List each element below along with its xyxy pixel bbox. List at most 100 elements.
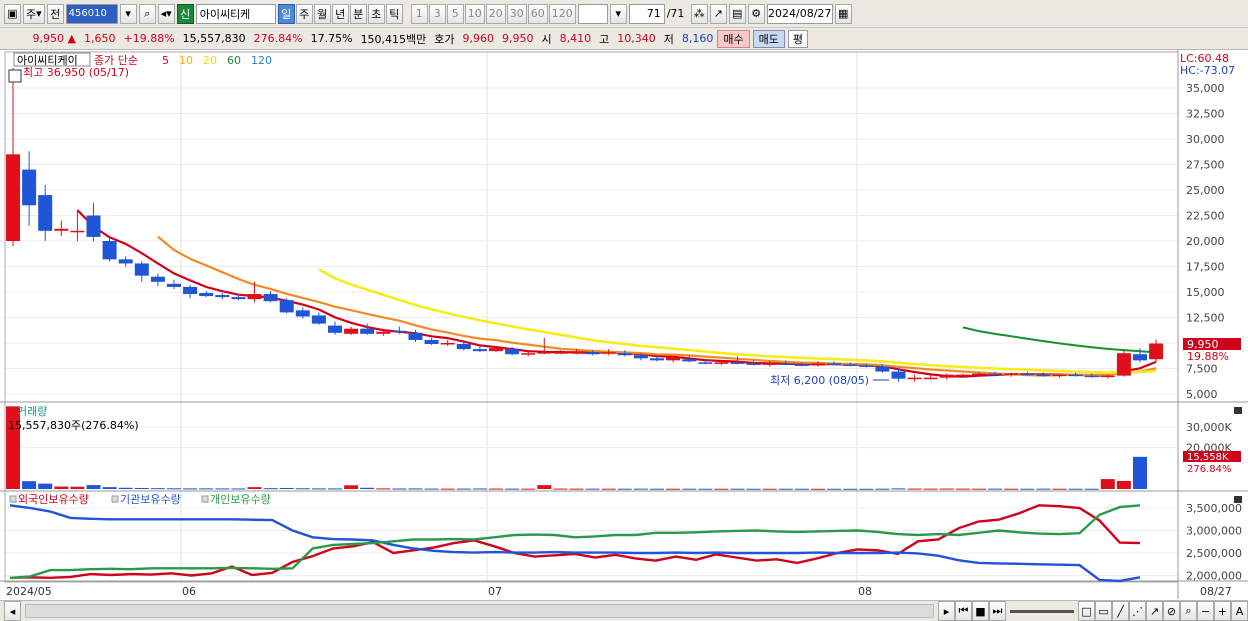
- tool-icon-4[interactable]: ⋰: [1129, 601, 1146, 621]
- volume-panel-close-icon[interactable]: [1234, 407, 1242, 414]
- holdings-legend-item: 기관보유수량: [120, 493, 181, 506]
- candle-body: [1116, 353, 1131, 376]
- tool-icon-1[interactable]: □: [1078, 601, 1095, 621]
- count-input[interactable]: 71: [628, 3, 665, 24]
- period-tab-3[interactable]: 년: [331, 3, 349, 24]
- volume-bar: [424, 488, 439, 490]
- save-icon[interactable]: ▤: [728, 3, 746, 24]
- candle-body: [440, 343, 455, 345]
- draw-tool-icon[interactable]: ↗: [709, 3, 727, 24]
- search-icon[interactable]: ⌕: [138, 3, 156, 24]
- holdings-panel-close-icon[interactable]: [1234, 496, 1242, 503]
- price-tick-label: 35,000: [1186, 82, 1225, 95]
- calendar-icon[interactable]: ▦: [834, 3, 852, 24]
- interval-button-10[interactable]: 10: [464, 3, 485, 24]
- volume-bar: [730, 488, 745, 490]
- period-tab-6[interactable]: 틱: [385, 3, 403, 24]
- settings-icon[interactable]: ⚙: [747, 3, 765, 24]
- tool-icon-6[interactable]: ⊘: [1163, 601, 1180, 621]
- avg-button[interactable]: 평: [787, 29, 809, 48]
- volume-bar: [263, 488, 278, 490]
- interval-button-60[interactable]: 60: [527, 3, 548, 24]
- candle-body: [939, 374, 954, 378]
- tool-icon-2[interactable]: ▭: [1095, 601, 1112, 621]
- volume-bar: [794, 488, 809, 490]
- interval-dropdown-icon[interactable]: ▾: [609, 3, 627, 24]
- candle-body: [1004, 373, 1019, 376]
- candle-body: [714, 362, 729, 364]
- scroll-left-icon[interactable]: ◂: [4, 601, 21, 621]
- tool-icon-5[interactable]: ↗: [1146, 601, 1163, 621]
- stock-code-dropdown-icon[interactable]: ▾: [119, 3, 137, 24]
- period-tab-1[interactable]: 주: [295, 3, 313, 24]
- candle-body: [360, 328, 375, 334]
- volume-bar: [778, 488, 793, 490]
- bid-price-1: 9,960: [462, 32, 495, 45]
- annotation-icon[interactable]: [8, 69, 22, 83]
- candle-body: [424, 339, 439, 345]
- zoom-icon[interactable]: ⌕: [1180, 601, 1197, 621]
- zoom-in-icon[interactable]: +: [1214, 601, 1231, 621]
- volume-bar: [1020, 488, 1035, 490]
- candle-body: [1149, 343, 1164, 360]
- volume-bar: [311, 488, 326, 490]
- prev-button[interactable]: 전: [46, 3, 64, 24]
- zoom-out-icon[interactable]: −: [1197, 601, 1214, 621]
- candle-body: [295, 310, 310, 317]
- price-tick-label: 30,000: [1186, 133, 1225, 146]
- period-tab-5[interactable]: 초: [367, 3, 385, 24]
- chart-layout-icon[interactable]: ▣: [4, 3, 21, 24]
- volume-bar: [38, 483, 53, 489]
- legend-marker: [111, 495, 119, 503]
- text-tool-icon[interactable]: A: [1231, 601, 1248, 621]
- link-icon[interactable]: ⁂: [690, 3, 708, 24]
- volume-bar: [923, 488, 938, 490]
- jump-start-icon[interactable]: ⏮: [955, 601, 972, 621]
- toolbar: ▣ 주 ▾ 전 456010 ▾ ⌕ ◂▾ 신 아이씨티케 일주월년분초틱 135…: [0, 0, 1248, 28]
- stop-icon[interactable]: ■: [972, 601, 989, 621]
- volume-bar: [666, 488, 681, 490]
- volume-bar: [891, 488, 906, 490]
- jump-end-icon[interactable]: ⏭: [989, 601, 1006, 621]
- candle-body: [601, 352, 616, 354]
- volume-bar: [1052, 488, 1067, 490]
- volume-panel-title: 거래량: [17, 405, 47, 418]
- price-tick-label: 25,000: [1186, 184, 1225, 197]
- candle-body: [827, 363, 842, 365]
- period-tab-0[interactable]: 일: [277, 3, 295, 24]
- stock-chart[interactable]: 35,000 32,500 30,000 27,500 25,000 22,500 20,0…: [0, 50, 1248, 600]
- volume-bar: [344, 485, 359, 489]
- tool-icon-3[interactable]: ╱: [1112, 601, 1129, 621]
- volume-bar: [167, 488, 181, 490]
- interval-button-3[interactable]: 3: [428, 3, 446, 24]
- stock-code-input[interactable]: 456010: [65, 3, 118, 24]
- candle-body: [730, 362, 745, 364]
- ma-legend-item: 10: [179, 54, 193, 67]
- interval-button-30[interactable]: 30: [506, 3, 527, 24]
- interval-button-1[interactable]: 1: [410, 3, 428, 24]
- zoom-slider[interactable]: [1010, 609, 1074, 613]
- horizontal-scrollbar[interactable]: [25, 604, 934, 618]
- sell-button[interactable]: 매도: [752, 29, 785, 48]
- candle-body: [1020, 373, 1035, 376]
- period-tab-2[interactable]: 월: [313, 3, 331, 24]
- volume-bar: [215, 488, 230, 490]
- date-input[interactable]: 2024/08/27: [766, 3, 833, 24]
- legend-marker: [9, 495, 17, 503]
- interval-button-5[interactable]: 5: [446, 3, 464, 24]
- period-tab-4[interactable]: 분: [349, 3, 367, 24]
- scroll-right-icon[interactable]: ▸: [938, 601, 955, 621]
- volume-bar: [1133, 456, 1147, 489]
- interval-button-120[interactable]: 120: [548, 3, 576, 24]
- volume-bar: [440, 488, 455, 490]
- candle-body: [794, 364, 809, 366]
- interval-input[interactable]: [577, 3, 608, 24]
- volume-bar: [762, 488, 777, 490]
- buy-button[interactable]: 매수: [717, 29, 750, 48]
- type-select[interactable]: 주 ▾: [23, 3, 45, 24]
- volume-bar: [360, 487, 375, 489]
- candle-body: [1052, 374, 1067, 377]
- speaker-icon[interactable]: ◂▾: [157, 3, 175, 24]
- interval-button-20[interactable]: 20: [485, 3, 506, 24]
- price-tick-label: 12,500: [1186, 312, 1225, 325]
